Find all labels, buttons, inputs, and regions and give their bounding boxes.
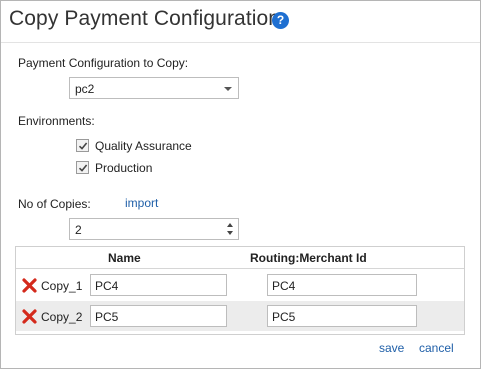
column-header-name: Name (108, 251, 141, 265)
copies-stepper-value: 2 (75, 223, 82, 237)
qa-checkbox[interactable] (76, 139, 89, 152)
routing-merchant-id-input[interactable]: PC4 (267, 274, 417, 296)
table-row: Copy_2 PC5 PC5 (16, 301, 464, 331)
table-row: Copy_1 PC4 PC4 (16, 270, 464, 300)
column-header-routing: Routing:Merchant Id (250, 251, 367, 265)
config-label: Payment Configuration to Copy: (18, 56, 189, 70)
production-checkbox[interactable] (76, 161, 89, 174)
environments-label: Environments: (18, 114, 95, 128)
copy-name-value: PC4 (95, 279, 119, 293)
title-divider (1, 42, 480, 43)
save-button[interactable]: save (379, 341, 404, 355)
delete-x-icon[interactable] (22, 309, 37, 324)
increment-arrow-icon[interactable] (227, 223, 233, 227)
copy-row-label: Copy_1 (41, 279, 83, 293)
copies-stepper[interactable]: 2 (69, 218, 239, 240)
copy-row-label: Copy_2 (41, 310, 83, 324)
checkmark-icon (78, 164, 88, 172)
copy-name-value: PC5 (95, 310, 119, 324)
cancel-button[interactable]: cancel (419, 341, 454, 355)
checkmark-icon (78, 142, 88, 150)
decrement-arrow-icon[interactable] (227, 231, 233, 235)
production-label: Production (95, 161, 153, 175)
payment-config-select-value: pc2 (75, 82, 95, 96)
delete-x-icon[interactable] (22, 278, 37, 293)
routing-merchant-id-value: PC4 (272, 279, 296, 293)
help-icon[interactable]: ? (272, 12, 289, 29)
copy-payment-configuration-dialog: Copy Payment Configuration ? Payment Con… (0, 0, 481, 369)
routing-merchant-id-value: PC5 (272, 310, 296, 324)
qa-label: Quality Assurance (95, 139, 192, 153)
payment-config-select[interactable]: pc2 (69, 77, 239, 99)
copy-name-input[interactable]: PC5 (90, 305, 227, 327)
copies-label: No of Copies: (18, 197, 91, 211)
copies-grid: Name Routing:Merchant Id Copy_1 PC4 PC4 … (15, 246, 465, 335)
import-link[interactable]: import (125, 196, 158, 210)
copy-name-input[interactable]: PC4 (90, 274, 227, 296)
dialog-title: Copy Payment Configuration (9, 7, 281, 30)
routing-merchant-id-input[interactable]: PC5 (267, 305, 417, 327)
grid-header-divider (16, 268, 464, 269)
chevron-down-icon (224, 87, 232, 91)
